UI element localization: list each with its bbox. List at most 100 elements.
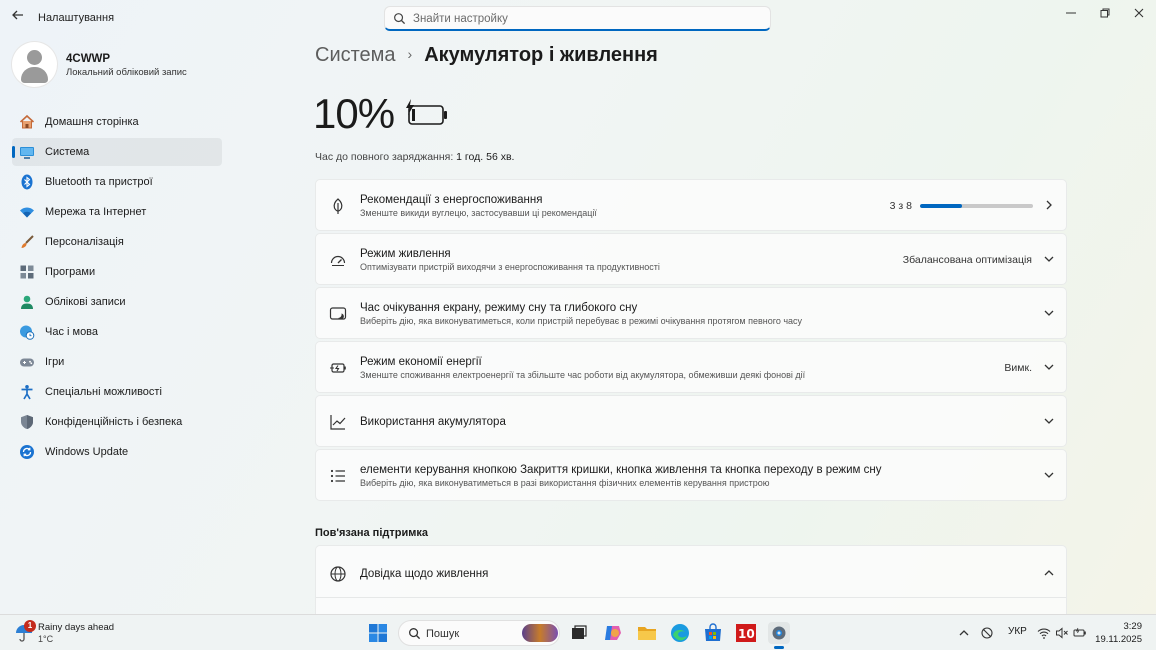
clock-date: 19.11.2025 (1095, 634, 1142, 645)
sidebar-item-privacy[interactable]: Конфіденційність і безпека (12, 408, 222, 436)
sidebar-item-network[interactable]: Мережа та Інтернет (12, 198, 222, 226)
chevron-down-icon (1044, 310, 1054, 316)
breadcrumb-parent[interactable]: Система (315, 44, 396, 66)
card-title: елементи керування кнопкою Закриття криш… (360, 464, 882, 476)
chevron-up-icon (1044, 570, 1054, 576)
energy-recommendations-card[interactable]: Рекомендації з енергоспоживання Зменште … (315, 179, 1067, 231)
card-subtitle: Оптимізувати пристрій виходячи з енергос… (360, 262, 660, 272)
svg-text:10: 10 (738, 627, 755, 641)
sidebar-item-label: Облікові записи (45, 296, 126, 308)
battery-charging-icon (406, 99, 447, 125)
energy-saver-icon (330, 363, 346, 373)
leaf-icon (333, 198, 343, 214)
back-button[interactable] (8, 8, 28, 28)
sidebar-item-home[interactable]: Домашня сторінка (12, 108, 222, 136)
sidebar-item-time-language[interactable]: Час і мова (12, 318, 222, 346)
battery-icon[interactable] (1073, 626, 1087, 640)
brush-icon (21, 235, 34, 248)
sidebar-item-label: Bluetooth та пристрої (45, 176, 153, 188)
sidebar-item-accounts[interactable]: Облікові записи (12, 288, 222, 316)
weather-title: Rainy days ahead (38, 622, 115, 633)
settings-gear-icon (772, 626, 786, 640)
taskbar-search[interactable]: Пошук (398, 620, 560, 646)
chevron-up-icon[interactable] (957, 626, 971, 640)
sidebar-item-accessibility[interactable]: Спеціальні можливості (12, 378, 222, 406)
weather-temperature: 1°C (38, 634, 54, 644)
progress-fill (920, 204, 963, 208)
close-button[interactable] (1122, 4, 1156, 24)
recommendations-count: 3 з 8 (889, 200, 912, 212)
language-indicator[interactable]: УКР (1008, 626, 1027, 637)
taskbar-settings-app[interactable] (768, 622, 790, 649)
sidebar-item-windows-update[interactable]: Windows Update (12, 438, 222, 466)
sidebar-item-bluetooth[interactable]: Bluetooth та пристрої (12, 168, 222, 196)
power-mode-icon (330, 255, 346, 266)
list-icon (330, 469, 345, 483)
breadcrumb: Система › Акумулятор і живлення (315, 44, 658, 67)
card-title: Час очікування екрану, режиму сну та гли… (360, 302, 638, 314)
recommendations-progress-bar (920, 204, 1033, 208)
taskbar: 1 Rainy days ahead 1°C Пошук 10 УКР 3:29… (0, 614, 1156, 650)
sidebar-item-label: Конфіденційність і безпека (45, 416, 183, 428)
card-title: Довідка щодо живлення (360, 568, 489, 580)
page-title: Акумулятор і живлення (424, 44, 658, 66)
card-subtitle: Зменште споживання електроенергії та збі… (360, 370, 806, 380)
energy-saver-card[interactable]: Режим економії енергії Зменште споживанн… (315, 341, 1067, 393)
charge-time-label: Час до повного заряджання: (315, 151, 454, 163)
task-view-icon[interactable] (568, 622, 590, 644)
card-title: Використання акумулятора (360, 416, 506, 428)
sidebar-nav: Домашня сторінка Система Bluetooth та пр… (12, 108, 222, 468)
file-explorer-icon[interactable] (636, 622, 658, 644)
lid-power-controls-card[interactable]: елементи керування кнопкою Закриття криш… (315, 449, 1067, 501)
search-icon (394, 13, 406, 25)
sidebar-item-label: Ігри (45, 356, 65, 368)
chevron-down-icon (1044, 418, 1054, 424)
minimize-button[interactable] (1054, 4, 1088, 24)
search-input[interactable] (413, 10, 753, 28)
screen-sleep-card[interactable]: Час очікування екрану, режиму сну та гли… (315, 287, 1067, 339)
windows-start-icon[interactable] (367, 622, 389, 644)
sidebar-item-label: Час і мова (45, 326, 99, 338)
clock-time: 3:29 (1123, 621, 1143, 632)
sidebar-item-label: Мережа та Інтернет (45, 206, 147, 218)
taskbar-search-label: Пошук (426, 628, 460, 640)
sidebar-item-label: Персоналізація (45, 236, 124, 248)
maximize-button[interactable] (1088, 4, 1122, 24)
search-box[interactable] (384, 6, 771, 31)
clock[interactable]: 3:29 19.11.2025 (1095, 620, 1142, 646)
shield-icon (21, 415, 33, 429)
wifi-icon[interactable] (1037, 626, 1051, 640)
sidebar-item-personalization[interactable]: Персоналізація (12, 228, 222, 256)
power-mode-card[interactable]: Режим живлення Оптимізувати пристрій вих… (315, 233, 1067, 285)
volume-muted-icon[interactable] (1055, 626, 1069, 640)
user-name: 4CWWP (66, 53, 111, 65)
globe-icon (330, 566, 346, 582)
battery-usage-card[interactable]: Використання акумулятора (315, 395, 1067, 447)
battery-percentage: 10% (313, 90, 395, 137)
sidebar-item-gaming[interactable]: Ігри (12, 348, 222, 376)
minimize-icon (1066, 12, 1076, 14)
restore-icon (1100, 8, 1110, 18)
person-icon (21, 295, 33, 309)
card-subtitle: Зменште викиди вуглецю, застосувавши ці … (360, 208, 597, 218)
title-bar: Налаштування (0, 0, 1156, 36)
sidebar-item-system[interactable]: Система (12, 138, 222, 166)
chevron-down-icon (1044, 364, 1054, 370)
home-icon (19, 114, 35, 129)
sidebar-item-label: Програми (45, 266, 96, 278)
wifi-icon (20, 207, 34, 218)
app-10-icon[interactable]: 10 (735, 622, 757, 644)
power-mode-select[interactable]: Збалансована оптимізація (903, 254, 1032, 266)
store-icon[interactable] (702, 622, 724, 644)
weather-widget[interactable]: 1 Rainy days ahead 1°C (14, 620, 134, 646)
app-title: Налаштування (38, 12, 115, 24)
display-icon (20, 147, 34, 159)
card-title: Режим економії енергії (360, 356, 482, 368)
edge-icon[interactable] (669, 622, 691, 644)
power-help-card[interactable]: Довідка щодо живлення (315, 545, 1067, 615)
sidebar-item-apps[interactable]: Програми (12, 258, 222, 286)
charge-time-value: 1 год. 56 хв. (456, 151, 515, 163)
copilot-icon[interactable] (602, 622, 624, 644)
no-connection-icon[interactable] (980, 626, 994, 640)
chevron-down-icon (1044, 256, 1054, 262)
